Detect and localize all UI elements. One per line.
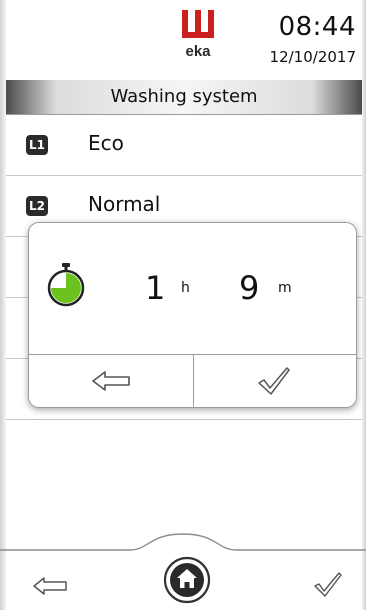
program-badge: L2	[26, 196, 48, 216]
brand-text: eka	[185, 43, 211, 60]
dialog-confirm-button[interactable]	[193, 355, 357, 407]
clock-date: 12/10/2017	[269, 48, 356, 66]
checkmark-icon	[258, 367, 290, 395]
page-title: Washing system	[6, 80, 362, 115]
duration-hours[interactable]: 1	[145, 269, 165, 307]
clock-time: 08:44	[278, 12, 356, 42]
program-label: Eco	[88, 131, 124, 155]
duration-dialog: 1 h 9 m	[28, 222, 357, 408]
list-item-eco[interactable]: L1 Eco	[6, 115, 362, 176]
duration-minutes-unit: m	[278, 280, 292, 296]
program-badge: L1	[26, 135, 48, 155]
stopwatch-icon	[47, 263, 85, 307]
dialog-back-button[interactable]	[29, 355, 194, 407]
footer-confirm-button[interactable]	[314, 572, 342, 598]
program-label: Normal	[88, 192, 161, 216]
home-button[interactable]	[163, 556, 211, 604]
duration-hours-unit: h	[181, 280, 190, 296]
header: eka 08:44 12/10/2017	[6, 0, 362, 82]
eka-logo: eka	[182, 10, 214, 60]
bezel-right	[362, 0, 366, 610]
duration-minutes[interactable]: 9	[239, 269, 259, 307]
dialog-actions	[29, 354, 356, 407]
screen: eka 08:44 12/10/2017 Washing system L1 E…	[0, 0, 366, 610]
footer-back-button[interactable]	[32, 576, 68, 596]
arrow-left-outline-icon	[91, 371, 130, 391]
